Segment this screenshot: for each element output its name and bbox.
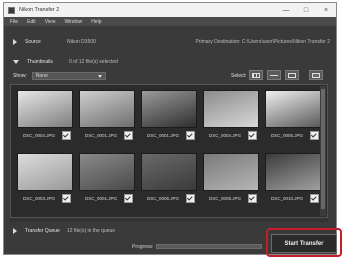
check-icon (62, 194, 69, 201)
file-name: DSC_0003.JPG (22, 196, 56, 201)
thumbnail-item[interactable]: DSC_0010.JPG (265, 153, 321, 211)
check-icon (248, 131, 255, 138)
checkbox-checked[interactable] (310, 131, 319, 140)
photo-thumbnail[interactable] (141, 90, 197, 128)
thumbnails-section-header[interactable]: Thumbnails 0 of 12 file(s) selected (4, 56, 336, 68)
menu-window[interactable]: Window (64, 19, 82, 25)
file-name: DSC_0001.JPG (84, 133, 118, 138)
frame-icon (312, 72, 320, 78)
menu-view[interactable]: View (45, 19, 56, 25)
check-icon (248, 194, 255, 201)
photo-thumbnail[interactable] (17, 90, 73, 128)
progress-label: Progress: (132, 244, 154, 250)
thumbnail-item[interactable]: DSC_0001.JPG (79, 153, 135, 211)
checkbox-checked[interactable] (310, 194, 319, 203)
file-name: DSC_0001.JPG (146, 133, 180, 138)
nikon-transfer-window: Nikon Transfer 2 — □ × File Edit View Wi… (3, 2, 337, 255)
show-dropdown[interactable]: None (31, 72, 106, 80)
file-name: DSC_0006.JPG (146, 196, 180, 201)
thumbnail-item[interactable]: DSC_0005.JPG (265, 90, 321, 148)
thumbnail-item[interactable]: DSC_0004.JPG (17, 90, 73, 148)
file-name: DSC_0004.JPG (208, 133, 242, 138)
photo-thumbnail[interactable] (141, 153, 197, 191)
checkbox-checked[interactable] (62, 131, 71, 140)
minimize-button[interactable]: — (276, 3, 296, 17)
photo-thumbnail[interactable] (203, 153, 259, 191)
horizontal-scrollbar[interactable] (10, 218, 328, 222)
checkbox-checked[interactable] (248, 194, 257, 203)
primary-destination-text: Primary Destination: C:\Users\user\Pictu… (195, 39, 331, 45)
check-icon (186, 194, 193, 201)
maximize-button[interactable]: □ (296, 3, 316, 17)
source-label: Source (25, 39, 41, 45)
thumbnail-item[interactable]: DSC_0001.JPG (141, 90, 197, 148)
photo-thumbnail[interactable] (79, 90, 135, 128)
selected-count: 0 of 12 file(s) selected (69, 59, 118, 65)
window-controls: — □ × (276, 3, 336, 17)
scrollbar-thumb[interactable] (321, 89, 325, 209)
progress-bar (156, 244, 262, 249)
show-label: Show: (13, 73, 27, 79)
app-icon (8, 6, 15, 14)
checkbox-checked[interactable] (248, 131, 257, 140)
select-none-button[interactable] (267, 70, 281, 80)
menu-bar: File Edit View Window Help (4, 17, 336, 26)
thumbnails-label: Thumbnails (27, 59, 53, 65)
thumbnail-item[interactable]: DSC_0003.JPG (17, 153, 73, 211)
file-name: DSC_0005.JPG (270, 133, 304, 138)
collapse-triangle-icon[interactable] (13, 60, 19, 64)
check-icon (310, 131, 317, 138)
thumbnail-item[interactable]: DSC_0006.JPG (141, 153, 197, 211)
menu-file[interactable]: File (10, 19, 18, 25)
transfer-queue-label: Transfer Queue (25, 228, 60, 234)
start-transfer-button[interactable]: Start Transfer (271, 234, 337, 253)
source-device-name: Nikon D3500 (67, 39, 96, 45)
close-button[interactable]: × (316, 3, 336, 17)
photo-thumbnail[interactable] (265, 153, 321, 191)
checkbox-checked[interactable] (62, 194, 71, 203)
window-title: Nikon Transfer 2 (19, 7, 60, 13)
checkbox-checked[interactable] (186, 131, 195, 140)
select-protected-button[interactable] (285, 70, 299, 80)
chevron-down-icon (97, 74, 102, 78)
source-section-header[interactable]: Source Nikon D3500 Primary Destination: … (4, 36, 336, 48)
checkbox-checked[interactable] (124, 131, 133, 140)
photo-thumbnail[interactable] (17, 153, 73, 191)
menu-help[interactable]: Help (91, 19, 101, 25)
thumbnail-grid: DSC_0004.JPG DSC_0001.JPG DSC_0001.JPG D… (10, 84, 328, 218)
file-name: DSC_0010.JPG (270, 196, 304, 201)
photo-thumbnail[interactable] (265, 90, 321, 128)
check-icon (186, 131, 193, 138)
title-bar: Nikon Transfer 2 — □ × (4, 3, 336, 17)
thumbnail-item[interactable]: DSC_0008.JPG (203, 153, 259, 211)
check-icon (124, 131, 131, 138)
check-icon (124, 194, 131, 201)
queue-count: 12 file(s) in the queue (67, 228, 116, 234)
select-label: Select: (231, 73, 247, 79)
thumbnail-size-button[interactable] (309, 70, 323, 80)
start-transfer-highlight: Start Transfer (266, 228, 342, 257)
thumbnail-item[interactable]: DSC_0001.JPG (79, 90, 135, 148)
check-icon (62, 131, 69, 138)
expand-triangle-icon[interactable] (13, 228, 17, 234)
checkbox-checked[interactable] (186, 194, 195, 203)
minus-icon (270, 74, 278, 76)
vertical-scrollbar[interactable] (320, 86, 326, 216)
show-dropdown-value: None (35, 73, 48, 79)
expand-triangle-icon[interactable] (13, 39, 17, 45)
photo-thumbnail[interactable] (203, 90, 259, 128)
thumbnail-toolbar: Show: None Select: (4, 70, 336, 82)
menu-edit[interactable]: Edit (27, 19, 36, 25)
file-name: DSC_0004.JPG (22, 133, 56, 138)
file-name: DSC_0001.JPG (84, 196, 118, 201)
grid-icon (252, 72, 260, 78)
file-name: DSC_0008.JPG (208, 196, 242, 201)
select-all-button[interactable] (249, 70, 263, 80)
thumbnail-item[interactable]: DSC_0004.JPG (203, 90, 259, 148)
checkbox-checked[interactable] (124, 194, 133, 203)
key-icon (288, 72, 296, 78)
photo-thumbnail[interactable] (79, 153, 135, 191)
check-icon (310, 194, 317, 201)
